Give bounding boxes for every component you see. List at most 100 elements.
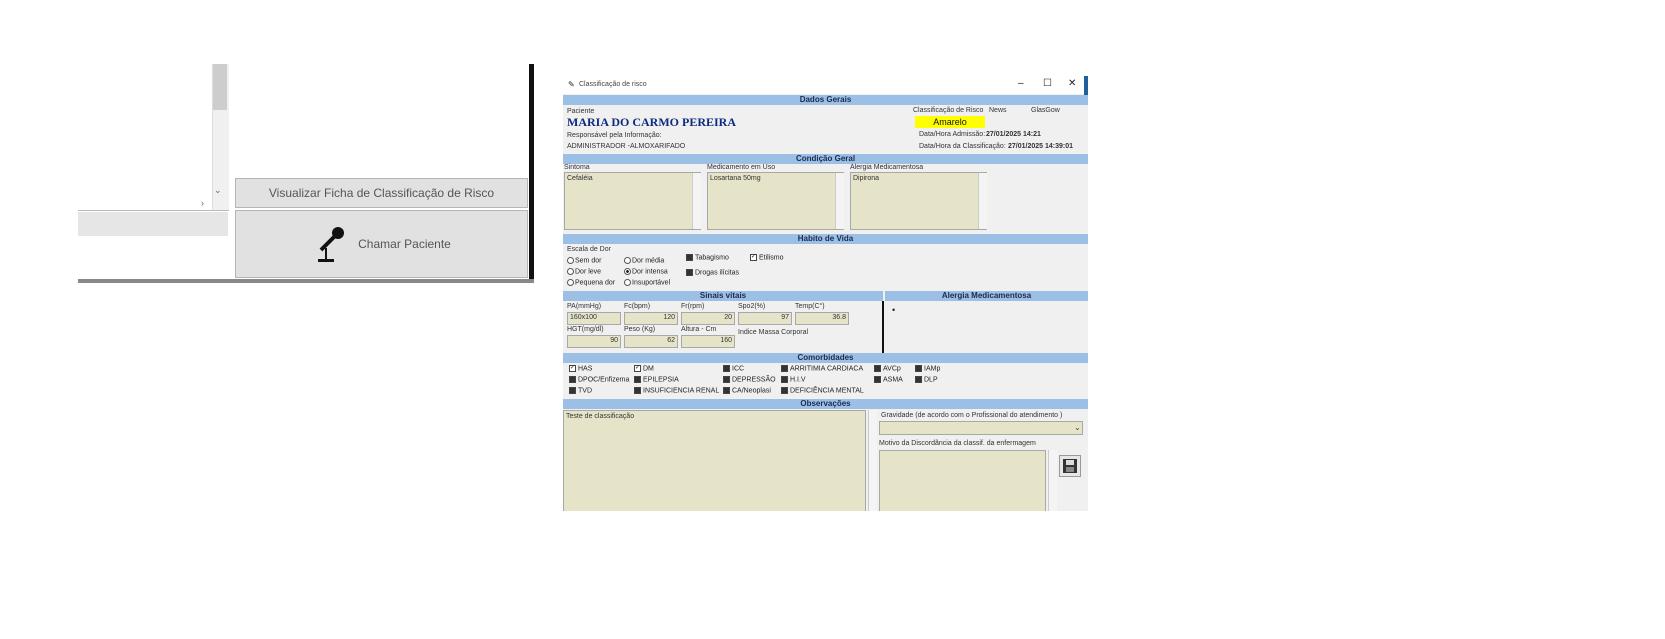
observations-text: Teste de classificação bbox=[566, 413, 635, 420]
symptom-text: Cefaléia bbox=[567, 175, 593, 182]
left-panel: ⌄ › Visualizar Ficha de Classificação de… bbox=[78, 64, 534, 284]
avcp-checkbox[interactable]: AVCp bbox=[874, 365, 901, 372]
allergy-textarea[interactable]: Dipirona bbox=[850, 172, 987, 230]
pa-input[interactable]: 160x100 bbox=[567, 312, 621, 325]
classification-date-label: Data/Hora da Classificação: bbox=[919, 143, 1006, 150]
fr-label: Fr(rpm) bbox=[681, 303, 705, 310]
section-allergy-side: Alergia Medicamentosa bbox=[885, 291, 1088, 301]
section-condition: Condição Geral bbox=[563, 154, 1088, 164]
height-label: Altura - Cm bbox=[681, 326, 717, 333]
glasgow-label: GlasGow bbox=[1031, 107, 1060, 114]
bmi-label: Indice Massa Corporal bbox=[738, 329, 809, 336]
meds-text: Losartana 50mg bbox=[710, 175, 761, 182]
allergy-text: Dipirona bbox=[853, 175, 880, 182]
spo2-input[interactable]: 97 bbox=[738, 312, 792, 325]
scroll-down-arrow-icon[interactable]: ⌄ bbox=[214, 185, 222, 196]
admission-label: Data/Hora Admissão: bbox=[919, 131, 986, 138]
view-risk-sheet-button[interactable]: Visualizar Ficha de Classificação de Ris… bbox=[235, 178, 528, 208]
call-patient-label: Chamar Paciente bbox=[358, 237, 451, 251]
pain-medium-radio[interactable]: Dor média bbox=[624, 257, 664, 264]
scroll-right-arrow-icon[interactable]: › bbox=[201, 198, 204, 208]
hgt-input[interactable]: 90 bbox=[567, 335, 621, 348]
section-general: Dados Gerais bbox=[563, 95, 1088, 105]
asthma-checkbox[interactable]: ASMA bbox=[874, 376, 903, 383]
responsible-label: Responsável pela Informação: bbox=[567, 132, 662, 139]
observations-textarea[interactable]: Teste de classificação bbox=[563, 410, 866, 511]
close-icon[interactable]: ✕ bbox=[1068, 78, 1076, 89]
news-label: News bbox=[989, 107, 1007, 114]
patient-list[interactable] bbox=[78, 64, 229, 211]
dm-checkbox[interactable]: ✓ DM bbox=[634, 365, 654, 372]
drugs-checkbox[interactable]: Drogas ilícitas bbox=[686, 269, 739, 276]
symptom-scrollbar[interactable] bbox=[692, 173, 701, 229]
save-icon bbox=[1063, 459, 1077, 473]
observations-scrollbar[interactable] bbox=[868, 410, 877, 511]
tvd-checkbox[interactable]: TVD bbox=[569, 387, 592, 394]
pa-label: PA(mmHg) bbox=[567, 303, 602, 310]
mental-disability-checkbox[interactable]: DEFICIÊNCIA MENTAL bbox=[781, 387, 864, 394]
discord-scrollbar[interactable] bbox=[1048, 450, 1057, 511]
empty-panel bbox=[235, 64, 528, 176]
responsible-value: ADMINISTRADOR -ALMOXARIFADO bbox=[567, 143, 686, 150]
vitals-divider bbox=[882, 301, 884, 353]
smoking-checkbox[interactable]: Tabagismo bbox=[686, 254, 729, 261]
hiv-checkbox[interactable]: H.I.V bbox=[781, 376, 806, 383]
temp-input[interactable]: 36.8 bbox=[795, 312, 849, 325]
patient-name: MARIA DO CARMO PEREIRA bbox=[567, 115, 736, 129]
microphone-icon bbox=[318, 227, 345, 262]
pain-none-radio[interactable]: Sem dor bbox=[567, 257, 601, 264]
app-icon: ✎ bbox=[568, 80, 575, 89]
weight-input[interactable]: 62 bbox=[624, 335, 678, 348]
allergy-scrollbar[interactable] bbox=[978, 173, 987, 229]
icc-checkbox[interactable]: ICC bbox=[723, 365, 744, 372]
pain-light-radio[interactable]: Dor leve bbox=[567, 268, 601, 275]
weight-label: Peso (Kg) bbox=[624, 326, 656, 333]
list-footer-strip bbox=[78, 212, 228, 236]
window-edge bbox=[529, 64, 534, 282]
dpoc-checkbox[interactable]: DPOC/Enfizema bbox=[569, 376, 629, 383]
iamp-checkbox[interactable]: IAMp bbox=[915, 365, 940, 372]
fr-input[interactable]: 20 bbox=[681, 312, 735, 325]
pain-intense-radio[interactable]: Dor intensa bbox=[624, 268, 668, 275]
section-observations: Observações bbox=[563, 399, 1088, 409]
gravity-label: Gravidade (de acordo com o Profissional … bbox=[881, 412, 1063, 419]
hgt-label: HGT(mg/dl) bbox=[567, 326, 604, 333]
dlp-checkbox[interactable]: DLP bbox=[915, 376, 938, 383]
allergy-bullet: • bbox=[892, 305, 896, 315]
allergy-label: Alergia Medicamentosa bbox=[850, 164, 924, 171]
list-scroll-thumb[interactable] bbox=[213, 64, 227, 110]
pain-scale-label: Escala de Dor bbox=[567, 246, 611, 253]
meds-scrollbar[interactable] bbox=[835, 173, 844, 229]
risk-classification-dialog: ✎ Classificação de risco – ☐ ✕ Dados Ger… bbox=[563, 76, 1088, 511]
depression-checkbox[interactable]: DEPRESSÃO bbox=[723, 376, 776, 383]
window-bottom-edge bbox=[78, 279, 534, 283]
pain-small-radio[interactable]: Pequena dor bbox=[567, 279, 615, 286]
discord-textarea[interactable] bbox=[879, 450, 1046, 511]
fc-input[interactable]: 120 bbox=[624, 312, 678, 325]
call-patient-button[interactable]: Chamar Paciente bbox=[235, 210, 528, 278]
minimize-icon[interactable]: – bbox=[1018, 78, 1024, 89]
chevron-down-icon[interactable]: ⌄ bbox=[1074, 423, 1081, 432]
has-checkbox[interactable]: ✓ HAS bbox=[569, 365, 592, 372]
fc-label: Fc(bpm) bbox=[624, 303, 651, 310]
symptom-label: Sintoma bbox=[564, 164, 590, 171]
alcoholism-checkbox[interactable]: ✓ Etilismo bbox=[750, 254, 784, 261]
section-comorbidities: Comorbidades bbox=[563, 353, 1088, 363]
meds-label: Medicamento em Uso bbox=[707, 164, 776, 171]
meds-textarea[interactable]: Losartana 50mg bbox=[707, 172, 844, 230]
symptom-textarea[interactable]: Cefaléia bbox=[564, 172, 701, 230]
cancer-checkbox[interactable]: CA/Neoplasi bbox=[723, 387, 771, 394]
gravity-select[interactable] bbox=[879, 421, 1083, 435]
arrhythmia-checkbox[interactable]: ARRITIMIA CARDIACA bbox=[781, 365, 863, 372]
maximize-icon[interactable]: ☐ bbox=[1043, 78, 1052, 89]
save-button[interactable] bbox=[1059, 455, 1081, 477]
title-bar: ✎ Classificação de risco – ☐ ✕ bbox=[563, 76, 1088, 104]
risk-color-badge: Amarelo bbox=[915, 116, 985, 128]
pain-unbearable-radio[interactable]: Insuportável bbox=[624, 279, 670, 286]
window-title: Classificação de risco bbox=[579, 81, 647, 88]
renal-failure-checkbox[interactable]: INSUFICIENCIA RENAL bbox=[634, 387, 719, 394]
temp-label: Temp(C°) bbox=[795, 303, 825, 310]
height-input[interactable]: 160 bbox=[681, 335, 735, 348]
admission-value: 27/01/2025 14:21 bbox=[986, 131, 1041, 138]
epilepsy-checkbox[interactable]: EPILEPSIA bbox=[634, 376, 679, 383]
